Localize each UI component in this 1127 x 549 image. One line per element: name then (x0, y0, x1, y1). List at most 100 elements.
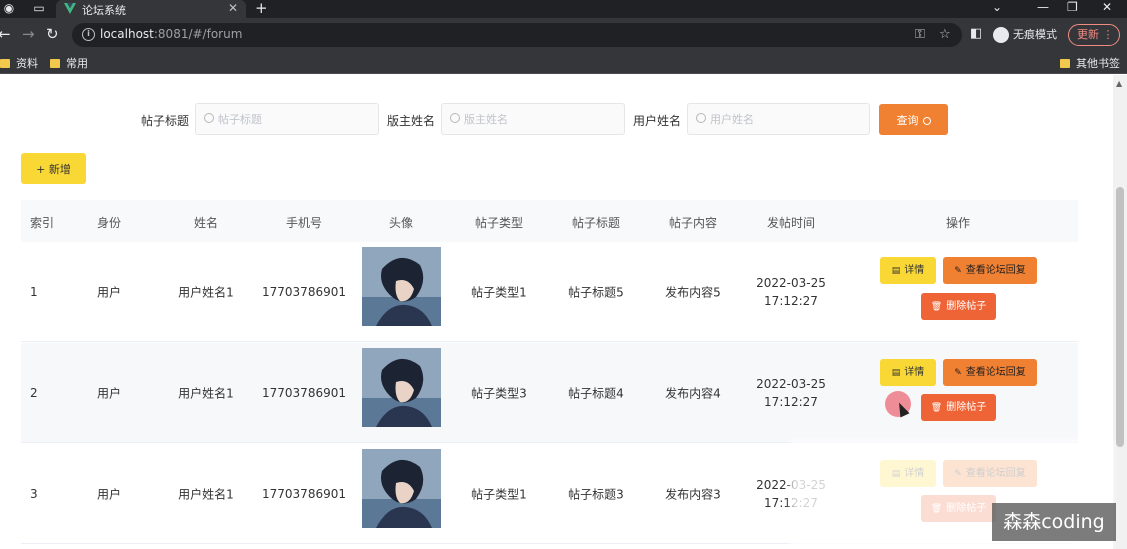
cell-post-type: 帖子类型1 (471, 487, 527, 501)
title-search-label: 帖子标题 (141, 114, 190, 128)
tab-close-icon[interactable]: ✕ (228, 1, 238, 15)
trash-icon: 🗑 (930, 302, 943, 312)
header-phone: 手机号 (285, 216, 323, 230)
table-header: 索引 身份 姓名 手机号 头像 帖子类型 帖子标题 帖子内容 发帖时间 操作 (21, 200, 1078, 242)
cell-post-title: 帖子标题3 (568, 487, 624, 501)
incognito-icon (993, 27, 1009, 43)
watermark: 森森coding (992, 503, 1116, 541)
cell-name: 用户姓名1 (178, 487, 234, 501)
close-window-icon[interactable]: ✕ (1102, 0, 1112, 14)
title-search-field[interactable] (195, 103, 379, 135)
header-post-time: 发帖时间 (766, 216, 816, 230)
detail-button[interactable]: ▤详情 (880, 257, 936, 284)
header-index: 索引 (30, 216, 55, 230)
edit-icon: ✎ (954, 266, 962, 276)
back-icon[interactable]: ← (0, 25, 11, 43)
title-search-input[interactable] (218, 110, 368, 128)
bookmarks-bar: 资料 常用 其他书签 (0, 52, 1127, 74)
cell-phone: 17703786901 (262, 284, 346, 299)
search-icon (696, 113, 706, 123)
detail-button[interactable]: ▤详情 (880, 359, 936, 386)
table-row: 2 用户 用户姓名1 17703786901 帖子类型3 帖子标题4 发布内容4… (21, 343, 1078, 443)
cell-phone: 17703786901 (262, 486, 346, 501)
cell-post-title: 帖子标题4 (568, 386, 624, 400)
folder-icon (50, 59, 60, 68)
trash-icon: 🗑 (930, 403, 943, 413)
header-post-content: 帖子内容 (668, 216, 718, 230)
cell-post-type: 帖子类型1 (471, 285, 527, 299)
cell-index: 2 (30, 385, 38, 400)
cell-post-content: 发布内容5 (665, 285, 721, 299)
browser-toolbar: ← → ↻ i localhost:8081/#/forum ⚿ ☆ ◧ 无痕模… (0, 18, 1127, 52)
view-replies-button[interactable]: ✎查看论坛回复 (943, 257, 1037, 284)
update-button[interactable]: 更新 ⋮ (1068, 24, 1120, 46)
avatar (362, 348, 441, 427)
cell-role: 用户 (96, 386, 122, 400)
address-bar[interactable]: i localhost:8081/#/forum ⚿ ☆ (72, 23, 962, 47)
document-icon: ▤ (891, 266, 901, 276)
other-bookmarks[interactable]: 其他书签 (1060, 55, 1120, 71)
header-post-type: 帖子类型 (474, 216, 524, 230)
tab-title: 论坛系统 (82, 4, 126, 17)
header-actions: 操作 (945, 216, 971, 230)
reload-icon[interactable]: ↻ (46, 25, 59, 43)
cell-name: 用户姓名1 (178, 285, 234, 299)
chevron-down-icon[interactable]: ⌄ (992, 0, 1002, 14)
avatar (362, 449, 441, 528)
header-post-title: 帖子标题 (571, 216, 621, 230)
cell-post-content: 发布内容4 (665, 386, 721, 400)
folder-icon (0, 59, 10, 68)
header-role: 身份 (96, 216, 122, 230)
moderator-search-field[interactable] (441, 103, 625, 135)
search-icon (204, 113, 214, 123)
cell-role: 用户 (96, 285, 122, 299)
avatar (362, 247, 441, 326)
cell-index: 3 (30, 486, 38, 501)
cell-index: 1 (30, 284, 38, 299)
user-search-input[interactable] (710, 110, 860, 128)
user-search-field[interactable] (687, 103, 870, 135)
bookmark-folder[interactable]: 常用 (50, 55, 88, 71)
scrollbar-thumb[interactable] (1116, 187, 1124, 447)
view-replies-button[interactable]: ✎查看论坛回复 (943, 359, 1037, 386)
add-button[interactable]: + 新增 (21, 153, 86, 184)
minimize-icon[interactable]: — (1037, 0, 1049, 14)
cell-post-content: 发布内容3 (665, 487, 721, 501)
folder-icon (1060, 59, 1070, 68)
info-icon[interactable]: i (82, 28, 95, 41)
forward-icon[interactable]: → (22, 25, 35, 43)
scroll-up-icon[interactable]: ▲ (1116, 79, 1122, 88)
page-scrollbar[interactable]: ▲ (1113, 75, 1127, 549)
edit-icon: ✎ (954, 368, 962, 378)
key-icon[interactable]: ⚿ (915, 27, 925, 42)
tab-search-icon[interactable]: ▭ (32, 2, 46, 15)
delete-post-button[interactable]: 🗑删除帖子 (921, 293, 996, 320)
incognito-indicator[interactable]: 无痕模式 (993, 26, 1057, 43)
star-icon[interactable]: ☆ (939, 27, 951, 42)
browser-menu-icon[interactable]: ◉ (2, 2, 16, 15)
table-row: 1 用户 用户姓名1 17703786901 帖子类型1 帖子标题5 发布内容5… (21, 242, 1078, 342)
cell-post-time: 2022-03-25 17:12:27 (756, 376, 826, 409)
new-tab-icon[interactable]: + (255, 0, 268, 17)
bookmark-folder[interactable]: 资料 (0, 55, 38, 71)
browser-tab[interactable]: 论坛系统 ✕ (56, 0, 246, 18)
cell-phone: 17703786901 (262, 385, 346, 400)
document-icon: ▤ (891, 368, 901, 378)
moderator-search-label: 版主姓名 (387, 114, 436, 128)
restore-icon[interactable]: ❐ (1067, 0, 1078, 14)
cell-post-type: 帖子类型3 (471, 386, 527, 400)
side-panel-icon[interactable]: ◧ (970, 26, 982, 41)
search-icon (922, 116, 931, 125)
browser-tab-bar: ◉ ▭ 论坛系统 ✕ + ⌄ — ❐ ✕ (0, 0, 1127, 18)
moderator-search-input[interactable] (464, 110, 614, 128)
search-icon (450, 113, 460, 123)
cell-post-time: 2022-03-25 17:12:27 (756, 275, 826, 308)
delete-post-button[interactable]: 🗑删除帖子 (921, 394, 996, 421)
cell-role: 用户 (96, 487, 122, 501)
cell-name: 用户姓名1 (178, 386, 234, 400)
query-button[interactable]: 查询 (879, 104, 948, 135)
url-text: localhost:8081/#/forum (100, 27, 243, 41)
vue-icon (64, 3, 76, 14)
header-avatar: 头像 (388, 216, 414, 230)
user-search-label: 用户姓名 (633, 114, 682, 128)
